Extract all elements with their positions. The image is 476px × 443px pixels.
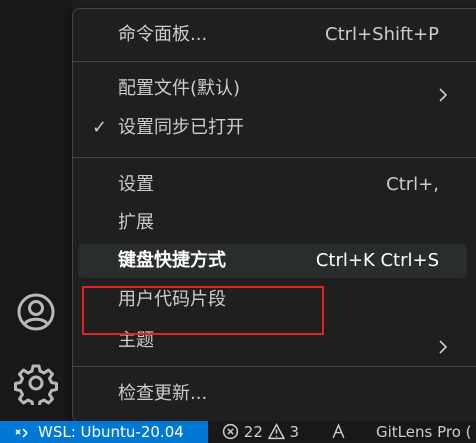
check-icon: ✓ (92, 117, 108, 138)
menu-item-shortcut: Ctrl+Shift+P (325, 24, 439, 45)
menu-separator (73, 366, 476, 367)
remote-icon (14, 424, 30, 440)
chevron-right-icon (435, 333, 451, 354)
account-icon[interactable] (14, 290, 58, 334)
error-icon (222, 423, 239, 440)
menu-separator (73, 157, 476, 158)
menu-item-label: 设置 (118, 174, 154, 195)
menu-item-shortcut: Ctrl+K Ctrl+S (315, 250, 439, 271)
menu-item-extensions[interactable]: 扩展 (78, 206, 467, 240)
menu-item-keyboard-shortcuts[interactable]: 键盘快捷方式 Ctrl+K Ctrl+S (78, 244, 467, 278)
menu-separator (73, 61, 476, 62)
remote-indicator[interactable]: WSL: Ubuntu-20.04 (0, 421, 208, 443)
warning-icon (267, 423, 285, 440)
warning-count: 3 (289, 423, 299, 441)
status-bar: WSL: Ubuntu-20.04 22 3 GitLens Pro ( (0, 421, 476, 443)
broadcast-icon (332, 423, 345, 439)
menu-item-settings-sync[interactable]: ✓ 设置同步已打开 (78, 111, 467, 145)
manage-context-menu: 命令面板... Ctrl+Shift+P 配置文件(默认) ✓ 设置同步已打开 … (72, 8, 476, 423)
menu-item-profile[interactable]: 配置文件(默认) (78, 72, 467, 106)
menu-item-check-updates[interactable]: 检查更新... (78, 377, 467, 411)
menu-item-label: 设置同步已打开 (118, 117, 244, 138)
menu-item-command-palette[interactable]: 命令面板... Ctrl+Shift+P (78, 18, 467, 52)
annotation-highlight-box (82, 286, 324, 335)
menu-item-label: 配置文件(默认) (118, 78, 241, 99)
menu-item-label: 检查更新... (118, 383, 208, 404)
gear-icon[interactable] (14, 361, 58, 409)
ports-indicator[interactable] (330, 421, 347, 443)
gitlens-label: GitLens Pro ( (376, 423, 472, 441)
gitlens-indicator[interactable]: GitLens Pro ( (376, 421, 472, 443)
remote-label: WSL: Ubuntu-20.04 (38, 423, 184, 441)
menu-item-shortcut: Ctrl+, (386, 174, 439, 195)
error-count: 22 (243, 423, 263, 441)
activity-bar (0, 0, 72, 421)
problems-indicator[interactable]: 22 3 (222, 421, 299, 443)
menu-item-label: 命令面板... (118, 24, 208, 45)
menu-item-label: 扩展 (118, 212, 154, 233)
chevron-right-icon (435, 81, 451, 102)
menu-item-label: 键盘快捷方式 (118, 250, 226, 271)
menu-item-settings[interactable]: 设置 Ctrl+, (78, 168, 467, 202)
